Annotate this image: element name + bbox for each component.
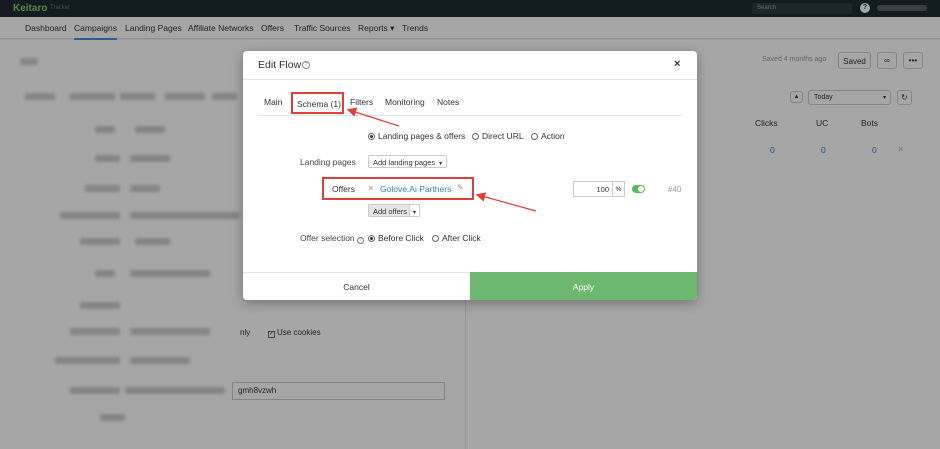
tab-schema[interactable]: Schema (1) [291, 92, 344, 114]
radio-label: Direct URL [482, 131, 524, 141]
add-landing-pages-button[interactable]: Add landing pages ▾ [368, 155, 448, 168]
offer-selection-label: Offer selection ? [300, 233, 367, 244]
apply-button[interactable]: Apply [470, 272, 697, 300]
offers-row-highlight: Offers × Golove.Ai Parthers ✎ [322, 177, 474, 200]
edit-flow-modal: Edit Flow ? × Main Schema (1) Filters Mo… [243, 51, 697, 300]
radio-landing-pages-offers[interactable]: Landing pages & offers [368, 131, 465, 141]
radio-icon [432, 235, 439, 242]
remove-offer-icon[interactable]: × [368, 183, 373, 193]
percent-addon: % [612, 181, 625, 197]
offer-link[interactable]: Golove.Ai Parthers [380, 184, 451, 194]
tab-notes[interactable]: Notes [437, 97, 459, 107]
offer-enabled-toggle[interactable] [632, 185, 645, 193]
radio-label: After Click [442, 233, 481, 243]
tab-monitoring[interactable]: Monitoring [385, 97, 425, 107]
landing-pages-label: Landing pages [300, 157, 356, 167]
tab-filters[interactable]: Filters [350, 97, 373, 107]
radio-selected-icon [368, 235, 375, 242]
chevron-down-icon: ▾ [439, 161, 443, 167]
offers-label: Offers [332, 184, 355, 194]
offer-id: #40 [668, 185, 682, 194]
tabs-divider [258, 115, 683, 116]
help-icon[interactable]: ? [357, 237, 365, 244]
button-label: Add offers [373, 207, 408, 216]
radio-after-click[interactable]: After Click [432, 233, 481, 243]
radio-icon [472, 133, 479, 140]
radio-icon [531, 133, 538, 140]
edit-pencil-icon[interactable]: ✎ [457, 183, 464, 192]
radio-before-click[interactable]: Before Click [368, 233, 424, 243]
radio-label: Action [541, 131, 565, 141]
add-offers-button[interactable]: Add offers [368, 204, 413, 217]
button-label: Add landing pages [373, 158, 436, 167]
add-offers-dropdown[interactable]: ▾ [409, 204, 421, 217]
radio-direct-url[interactable]: Direct URL [472, 131, 524, 141]
modal-title: Edit Flow [258, 59, 302, 71]
cancel-button[interactable]: Cancel [243, 273, 470, 300]
offer-weight-input[interactable]: 100 [573, 181, 613, 197]
label-text: Offer selection [300, 233, 355, 243]
radio-label: Landing pages & offers [378, 131, 466, 141]
tab-main[interactable]: Main [264, 97, 282, 107]
chevron-down-icon: ▾ [413, 210, 417, 216]
divider [243, 79, 697, 80]
radio-action[interactable]: Action [531, 131, 565, 141]
radio-label: Before Click [378, 233, 424, 243]
close-icon[interactable]: × [674, 58, 680, 70]
radio-selected-icon [368, 133, 375, 140]
help-icon[interactable]: ? [302, 61, 310, 69]
